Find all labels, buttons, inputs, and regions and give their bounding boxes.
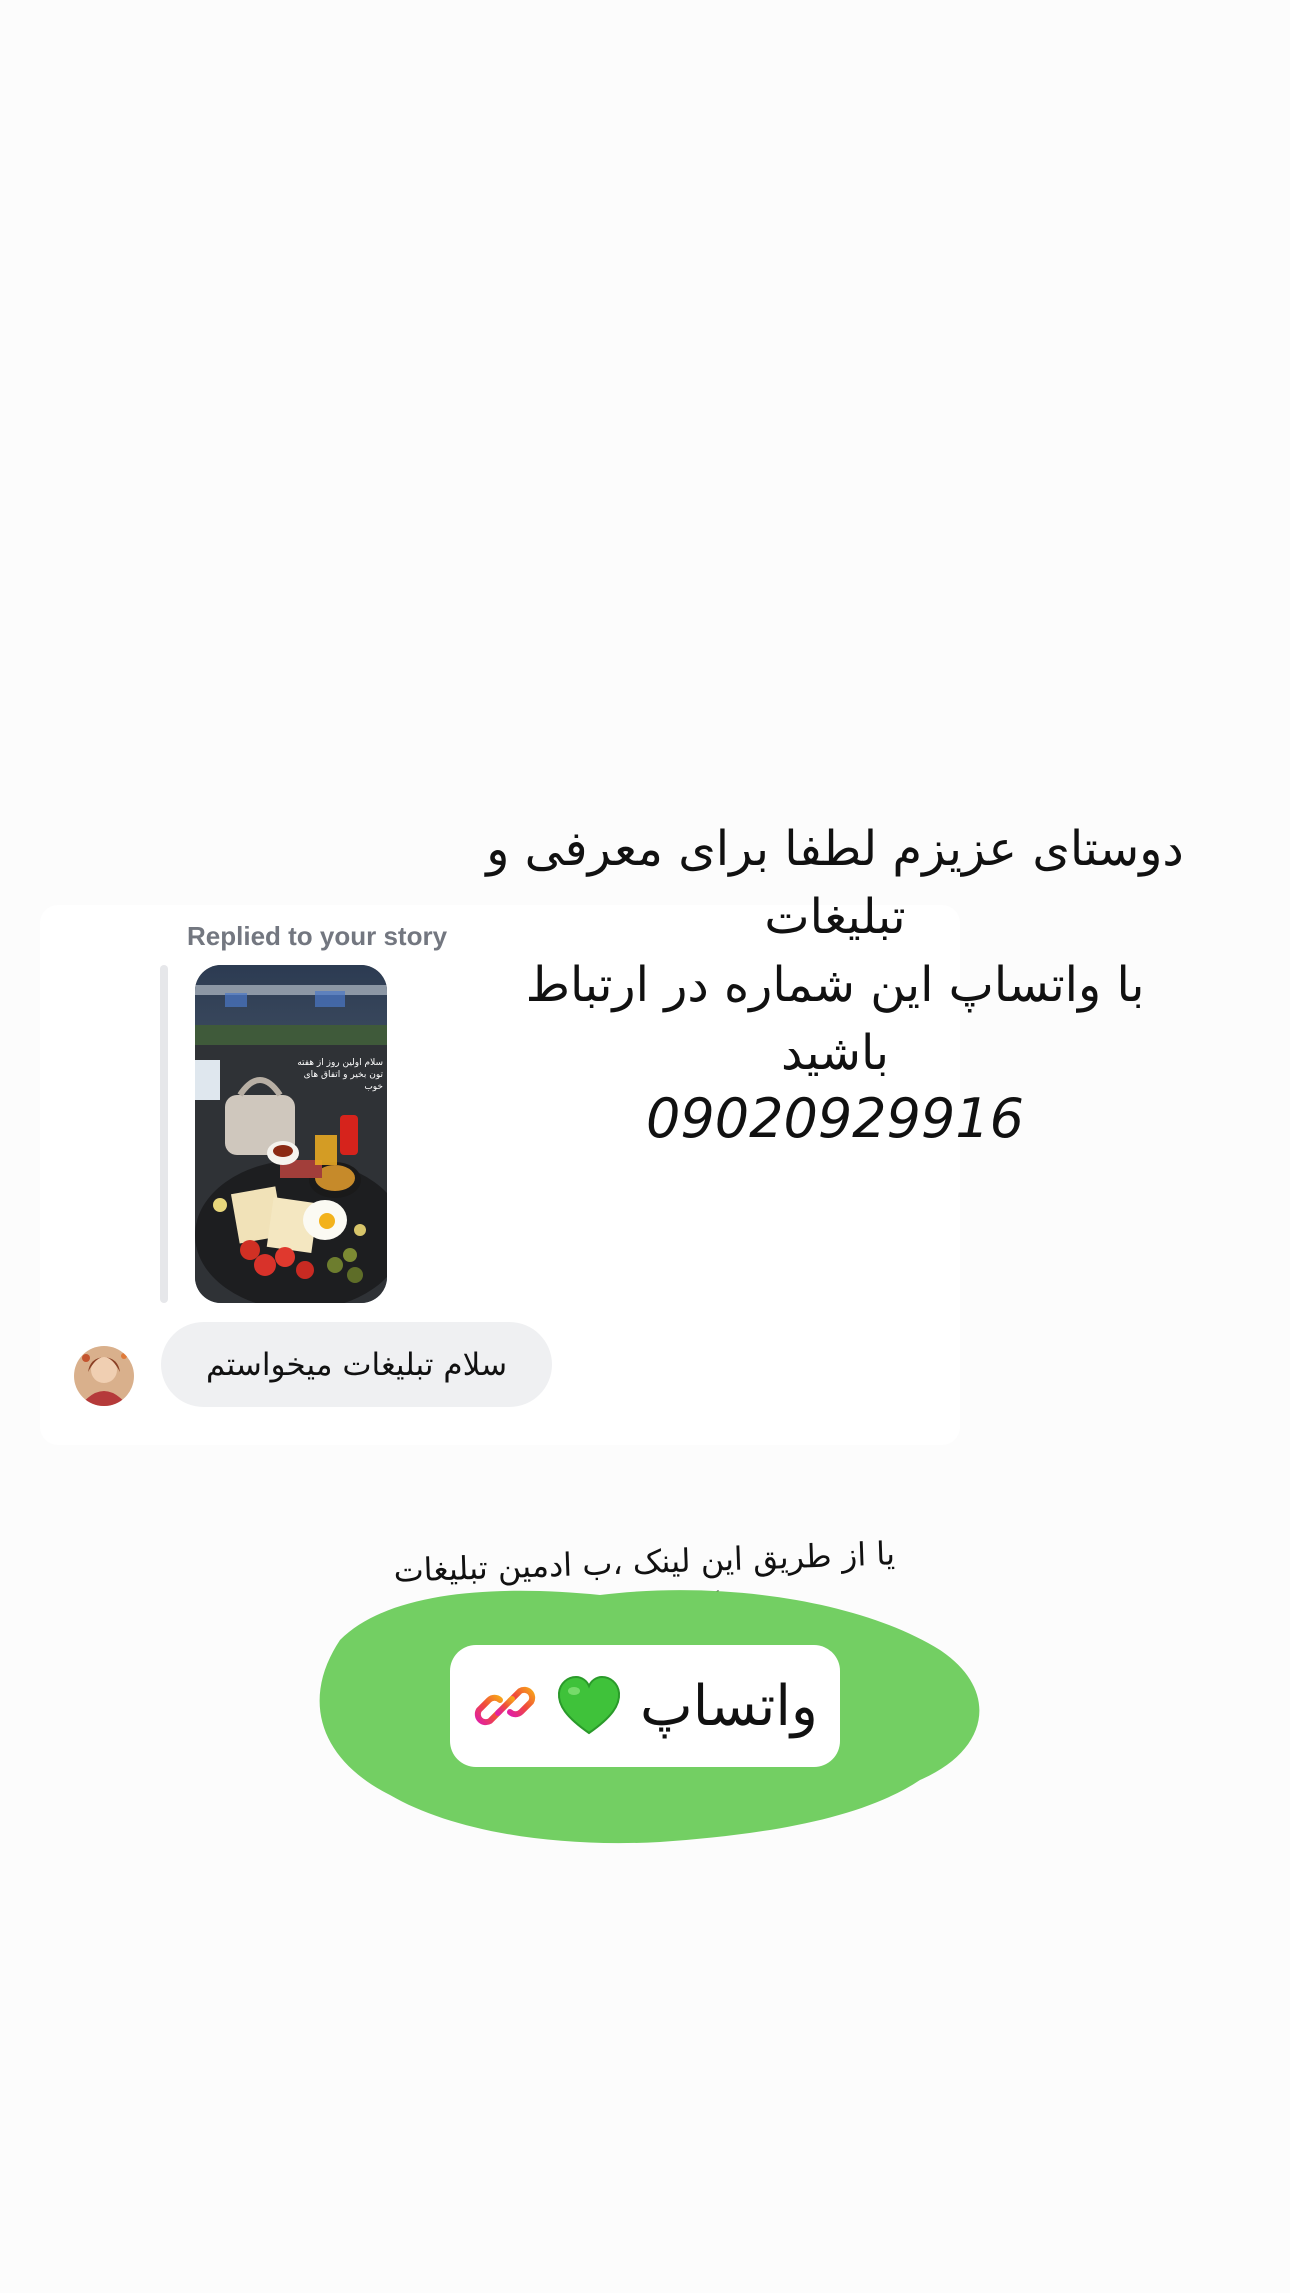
profile-picture-icon [74,1346,134,1406]
announcement-line-4: باشید [781,1025,889,1081]
link-icon [474,1686,536,1726]
message-bubble[interactable]: سلام تبلیغات میخواستم [161,1322,552,1407]
announcement-text: دوستای عزیزم لطفا برای معرفی و تبلیغات ب… [470,815,1200,1153]
replied-to-story-label: Replied to your story [187,921,448,951]
whatsapp-link-sticker[interactable]: واتساپ [450,1645,840,1767]
story-thumbnail[interactable]: سلام اولین روز از هفته تون بخیر و اتفاق … [195,965,387,1303]
whatsapp-link-label: واتساپ [640,1673,818,1739]
phone-number: 09020929916 [646,1087,1024,1150]
announcement-line-3: با واتساپ این شماره در ارتباط [525,957,1145,1013]
reply-quote-bar [160,965,168,1303]
green-heart-icon [558,1675,621,1735]
message-text: سلام تبلیغات میخواستم [205,1346,508,1383]
announcement-line-1: دوستای عزیزم لطفا برای معرفی و [486,821,1184,877]
avatar[interactable] [74,1346,134,1406]
breakfast-photo-icon [195,965,387,1303]
announcement-line-2: تبلیغات [764,889,906,945]
story-caption: سلام اولین روز از هفته تون بخیر و اتفاق … [297,1058,383,1092]
